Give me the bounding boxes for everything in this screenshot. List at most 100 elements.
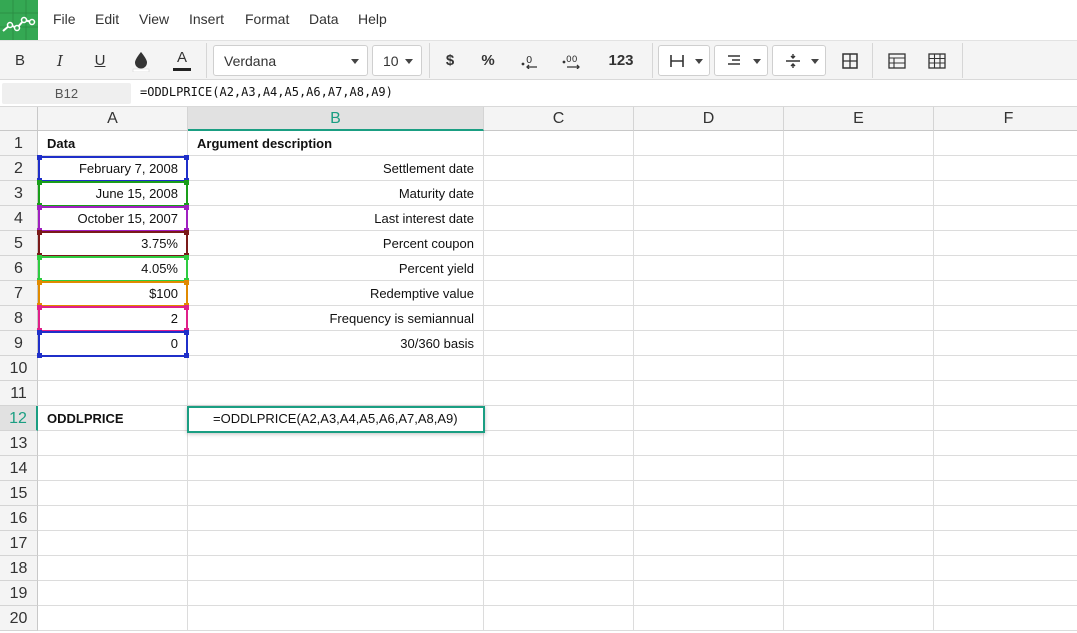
cell-a8[interactable]: 2 bbox=[38, 306, 188, 331]
cell-d6[interactable] bbox=[634, 256, 784, 281]
cell-b5[interactable]: Percent coupon bbox=[188, 231, 484, 256]
cell-b6[interactable]: Percent yield bbox=[188, 256, 484, 281]
cell-a15[interactable] bbox=[38, 481, 188, 506]
cell-c4[interactable] bbox=[484, 206, 634, 231]
menu-help[interactable]: Help bbox=[358, 11, 387, 29]
column-header-e[interactable]: E bbox=[784, 107, 934, 131]
cell-a16[interactable] bbox=[38, 506, 188, 531]
cell-d11[interactable] bbox=[634, 381, 784, 406]
row-header-10[interactable]: 10 bbox=[0, 356, 38, 381]
menu-edit[interactable]: Edit bbox=[95, 11, 119, 29]
cell-a7[interactable]: $100 bbox=[38, 281, 188, 306]
cell-e15[interactable] bbox=[784, 481, 934, 506]
cell-c14[interactable] bbox=[484, 456, 634, 481]
cell-c13[interactable] bbox=[484, 431, 634, 456]
text-color-button[interactable]: A bbox=[168, 45, 196, 76]
cell-c20[interactable] bbox=[484, 606, 634, 631]
row-header-3[interactable]: 3 bbox=[0, 181, 38, 206]
cell-d3[interactable] bbox=[634, 181, 784, 206]
cell-d1[interactable] bbox=[634, 131, 784, 156]
cell-b19[interactable] bbox=[188, 581, 484, 606]
cell-c17[interactable] bbox=[484, 531, 634, 556]
row-header-14[interactable]: 14 bbox=[0, 456, 38, 481]
cell-d13[interactable] bbox=[634, 431, 784, 456]
cell-b15[interactable] bbox=[188, 481, 484, 506]
cell-f4[interactable] bbox=[934, 206, 1077, 231]
cell-a5[interactable]: 3.75% bbox=[38, 231, 188, 256]
cell-c3[interactable] bbox=[484, 181, 634, 206]
cell-d8[interactable] bbox=[634, 306, 784, 331]
gridlines-button[interactable] bbox=[922, 45, 952, 76]
cell-f10[interactable] bbox=[934, 356, 1077, 381]
cell-d14[interactable] bbox=[634, 456, 784, 481]
cell-d18[interactable] bbox=[634, 556, 784, 581]
cell-c1[interactable] bbox=[484, 131, 634, 156]
freeze-panes-button[interactable] bbox=[882, 45, 912, 76]
cell-c18[interactable] bbox=[484, 556, 634, 581]
formula-input[interactable]: =ODDLPRICE(A2,A3,A4,A5,A6,A7,A8,A9) bbox=[140, 85, 393, 99]
cell-e1[interactable] bbox=[784, 131, 934, 156]
cell-d16[interactable] bbox=[634, 506, 784, 531]
row-header-17[interactable]: 17 bbox=[0, 531, 38, 556]
cell-d2[interactable] bbox=[634, 156, 784, 181]
cell-d15[interactable] bbox=[634, 481, 784, 506]
font-family-select[interactable]: Verdana bbox=[213, 45, 368, 76]
underline-button[interactable]: U bbox=[86, 45, 114, 76]
cell-e10[interactable] bbox=[784, 356, 934, 381]
row-header-2[interactable]: 2 bbox=[0, 156, 38, 181]
cell-a6[interactable]: 4.05% bbox=[38, 256, 188, 281]
cell-a12[interactable]: ODDLPRICE bbox=[38, 406, 188, 431]
font-size-select[interactable]: 10 bbox=[372, 45, 422, 76]
cell-d19[interactable] bbox=[634, 581, 784, 606]
cell-b14[interactable] bbox=[188, 456, 484, 481]
cell-d17[interactable] bbox=[634, 531, 784, 556]
percent-format-button[interactable]: % bbox=[474, 45, 502, 76]
cell-f16[interactable] bbox=[934, 506, 1077, 531]
cell-c7[interactable] bbox=[484, 281, 634, 306]
cell-c15[interactable] bbox=[484, 481, 634, 506]
cell-c19[interactable] bbox=[484, 581, 634, 606]
menu-insert[interactable]: Insert bbox=[189, 11, 224, 29]
valign-dropdown[interactable] bbox=[772, 45, 826, 76]
cell-f19[interactable] bbox=[934, 581, 1077, 606]
cell-e16[interactable] bbox=[784, 506, 934, 531]
column-header-b[interactable]: B bbox=[188, 107, 484, 131]
cell-f1[interactable] bbox=[934, 131, 1077, 156]
cell-f9[interactable] bbox=[934, 331, 1077, 356]
borders-dropdown[interactable] bbox=[658, 45, 710, 76]
row-header-4[interactable]: 4 bbox=[0, 206, 38, 231]
bold-button[interactable]: B bbox=[6, 45, 34, 76]
cell-f6[interactable] bbox=[934, 256, 1077, 281]
cell-e18[interactable] bbox=[784, 556, 934, 581]
cell-d4[interactable] bbox=[634, 206, 784, 231]
active-cell-editor[interactable]: =ODDLPRICE(A2,A3,A4,A5,A6,A7,A8,A9) bbox=[187, 406, 485, 433]
cell-f15[interactable] bbox=[934, 481, 1077, 506]
cell-a13[interactable] bbox=[38, 431, 188, 456]
fill-color-button[interactable] bbox=[126, 45, 156, 76]
cell-b4[interactable]: Last interest date bbox=[188, 206, 484, 231]
cell-b1[interactable]: Argument description bbox=[188, 131, 484, 156]
cell-b9[interactable]: 30/360 basis bbox=[188, 331, 484, 356]
cell-c8[interactable] bbox=[484, 306, 634, 331]
cell-e4[interactable] bbox=[784, 206, 934, 231]
cell-c2[interactable] bbox=[484, 156, 634, 181]
cell-b2[interactable]: Settlement date bbox=[188, 156, 484, 181]
cell-f20[interactable] bbox=[934, 606, 1077, 631]
cell-a2[interactable]: February 7, 2008 bbox=[38, 156, 188, 181]
cell-b10[interactable] bbox=[188, 356, 484, 381]
currency-format-button[interactable]: $ bbox=[437, 45, 463, 76]
decrease-decimals-button[interactable]: 0 bbox=[516, 45, 544, 76]
cell-e11[interactable] bbox=[784, 381, 934, 406]
row-header-20[interactable]: 20 bbox=[0, 606, 38, 631]
cell-e3[interactable] bbox=[784, 181, 934, 206]
cell-b8[interactable]: Frequency is semiannual bbox=[188, 306, 484, 331]
italic-button[interactable]: I bbox=[46, 45, 74, 76]
cell-a17[interactable] bbox=[38, 531, 188, 556]
cell-a20[interactable] bbox=[38, 606, 188, 631]
row-header-12[interactable]: 12 bbox=[0, 406, 38, 431]
column-header-a[interactable]: A bbox=[38, 107, 188, 131]
cell-e13[interactable] bbox=[784, 431, 934, 456]
cell-b16[interactable] bbox=[188, 506, 484, 531]
cell-c11[interactable] bbox=[484, 381, 634, 406]
cell-b11[interactable] bbox=[188, 381, 484, 406]
